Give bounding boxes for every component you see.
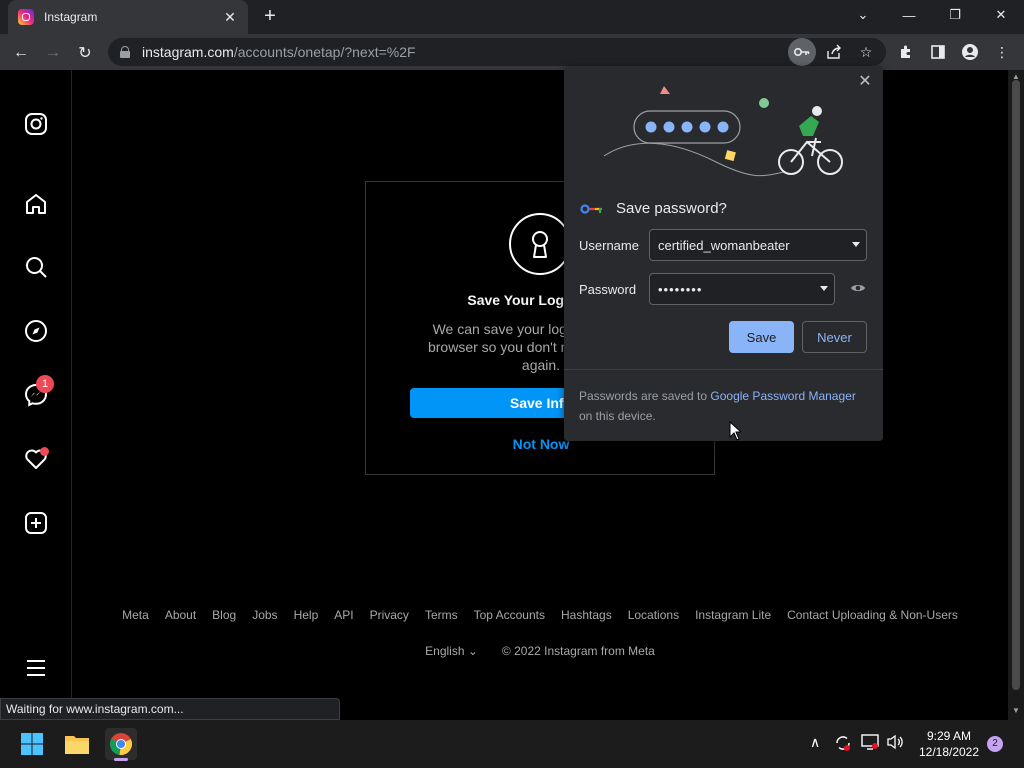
dropdown-caret-icon: [852, 242, 860, 247]
username-value: certified_womanbeater: [658, 237, 790, 253]
never-button[interactable]: Never: [802, 321, 867, 353]
tab-search-icon[interactable]: ⌄: [840, 0, 886, 30]
instagram-favicon-icon: [18, 9, 34, 25]
footer-link[interactable]: Meta: [122, 608, 149, 622]
password-field[interactable]: ••••••••: [649, 273, 835, 305]
instagram-sidebar: 1: [0, 70, 72, 720]
footer-text-suffix: on this device.: [579, 409, 656, 423]
browser-toolbar: ← → ↻ instagram.com/accounts/onetap/?nex…: [0, 34, 1024, 70]
mouse-cursor-icon: [729, 421, 741, 441]
footer-text: Passwords are saved to: [579, 389, 711, 403]
search-icon[interactable]: [22, 253, 50, 281]
google-key-icon: [580, 203, 602, 214]
footer-bottom: English ⌄ © 2022 Instagram from Meta: [72, 644, 1008, 658]
footer-link[interactable]: Help: [294, 608, 319, 622]
footer-link[interactable]: Top Accounts: [474, 608, 545, 622]
show-password-eye-icon[interactable]: [850, 281, 866, 300]
save-password-bubble: ✕ Save password? Username certified_woma…: [564, 66, 883, 441]
share-icon[interactable]: [820, 38, 848, 66]
back-button[interactable]: ←: [8, 40, 34, 66]
footer-link[interactable]: About: [165, 608, 196, 622]
chevron-down-icon: ⌄: [467, 644, 478, 658]
status-bar: Waiting for www.instagram.com...: [0, 698, 340, 720]
clock-time: 9:29 AM: [926, 729, 972, 743]
footer-link[interactable]: Locations: [628, 608, 679, 622]
restore-button[interactable]: ❐: [932, 0, 978, 30]
footer-link[interactable]: Contact Uploading & Non-Users: [787, 608, 958, 622]
extensions-icon[interactable]: [892, 38, 920, 66]
password-label: Password: [579, 282, 637, 297]
clock-date: 12/18/2022: [918, 745, 980, 759]
keyhole-icon: [509, 213, 571, 275]
windows-taskbar: ∧ 9:29 AM 12/18/2022 2: [0, 720, 1024, 768]
footer-link[interactable]: Blog: [212, 608, 236, 622]
footer-link[interactable]: API: [334, 608, 353, 622]
new-tab-button[interactable]: +: [258, 5, 282, 29]
browser-tab[interactable]: Instagram ✕: [8, 0, 248, 34]
instagram-logo-icon[interactable]: [22, 110, 50, 138]
password-illustration: [603, 86, 843, 177]
url-text[interactable]: instagram.com/accounts/onetap/?next=%2F: [142, 44, 886, 60]
footer-link[interactable]: Hashtags: [561, 608, 612, 622]
sync-status-icon[interactable]: [834, 734, 852, 757]
file-explorer-icon[interactable]: [61, 728, 93, 760]
address-bar[interactable]: instagram.com/accounts/onetap/?next=%2F: [108, 38, 886, 66]
home-icon[interactable]: [22, 190, 50, 218]
messages-badge: 1: [36, 375, 54, 393]
explore-compass-icon[interactable]: [22, 317, 50, 345]
tray-overflow-chevron-icon[interactable]: ∧: [810, 734, 820, 751]
footer-link[interactable]: Instagram Lite: [695, 608, 771, 622]
active-app-indicator: [114, 758, 128, 761]
forward-button[interactable]: →: [40, 40, 66, 66]
windows-start-icon[interactable]: [16, 728, 48, 760]
footer-link[interactable]: Privacy: [370, 608, 409, 622]
side-panel-icon[interactable]: [924, 38, 952, 66]
scrollbar-thumb[interactable]: [1012, 80, 1020, 690]
key-icon[interactable]: [788, 38, 816, 66]
notifications-heart-icon[interactable]: [22, 445, 50, 473]
bubble-header: Save password?: [580, 200, 727, 217]
notification-count-badge[interactable]: 2: [987, 736, 1003, 752]
footer-link[interactable]: Terms: [425, 608, 458, 622]
profile-icon[interactable]: [956, 38, 984, 66]
network-icon[interactable]: [861, 734, 879, 755]
volume-icon[interactable]: [886, 734, 904, 755]
reload-button[interactable]: ↻: [72, 40, 98, 66]
save-password-button[interactable]: Save: [729, 321, 794, 353]
dropdown-caret-icon: [820, 286, 828, 291]
language-select[interactable]: English ⌄: [425, 644, 478, 658]
password-value: ••••••••: [658, 281, 703, 297]
bubble-close-icon[interactable]: ✕: [855, 72, 875, 92]
password-manager-link[interactable]: Google Password Manager: [710, 389, 855, 403]
bubble-footer: Passwords are saved to Google Password M…: [564, 369, 883, 441]
tab-title: Instagram: [44, 10, 98, 24]
bookmark-star-icon[interactable]: ☆: [852, 38, 880, 66]
username-field[interactable]: certified_womanbeater: [649, 229, 867, 261]
tab-close-icon[interactable]: ✕: [222, 9, 238, 26]
scroll-down-arrow-icon[interactable]: ▼: [1012, 706, 1020, 715]
browser-tab-strip: Instagram ✕ + ⌄ — ❐ ✕: [0, 0, 1024, 34]
window-close-button[interactable]: ✕: [978, 0, 1024, 30]
chrome-taskbar-icon[interactable]: [105, 728, 137, 761]
create-post-icon[interactable]: [22, 509, 50, 537]
footer-link[interactable]: Jobs: [252, 608, 277, 622]
lock-icon[interactable]: [120, 46, 130, 58]
minimize-button[interactable]: —: [886, 0, 932, 30]
messenger-icon[interactable]: 1: [22, 375, 54, 409]
page-scrollbar[interactable]: ▲ ▼: [1008, 70, 1024, 720]
hamburger-menu-icon[interactable]: [22, 654, 50, 682]
footer-links: Meta About Blog Jobs Help API Privacy Te…: [72, 608, 1008, 622]
copyright-text: © 2022 Instagram from Meta: [501, 644, 655, 658]
menu-kebab-icon[interactable]: ⋮: [988, 38, 1016, 66]
bubble-title: Save password?: [616, 200, 727, 217]
notification-dot: [40, 447, 49, 456]
system-clock[interactable]: 9:29 AM 12/18/2022: [914, 728, 984, 760]
username-label: Username: [579, 238, 639, 253]
